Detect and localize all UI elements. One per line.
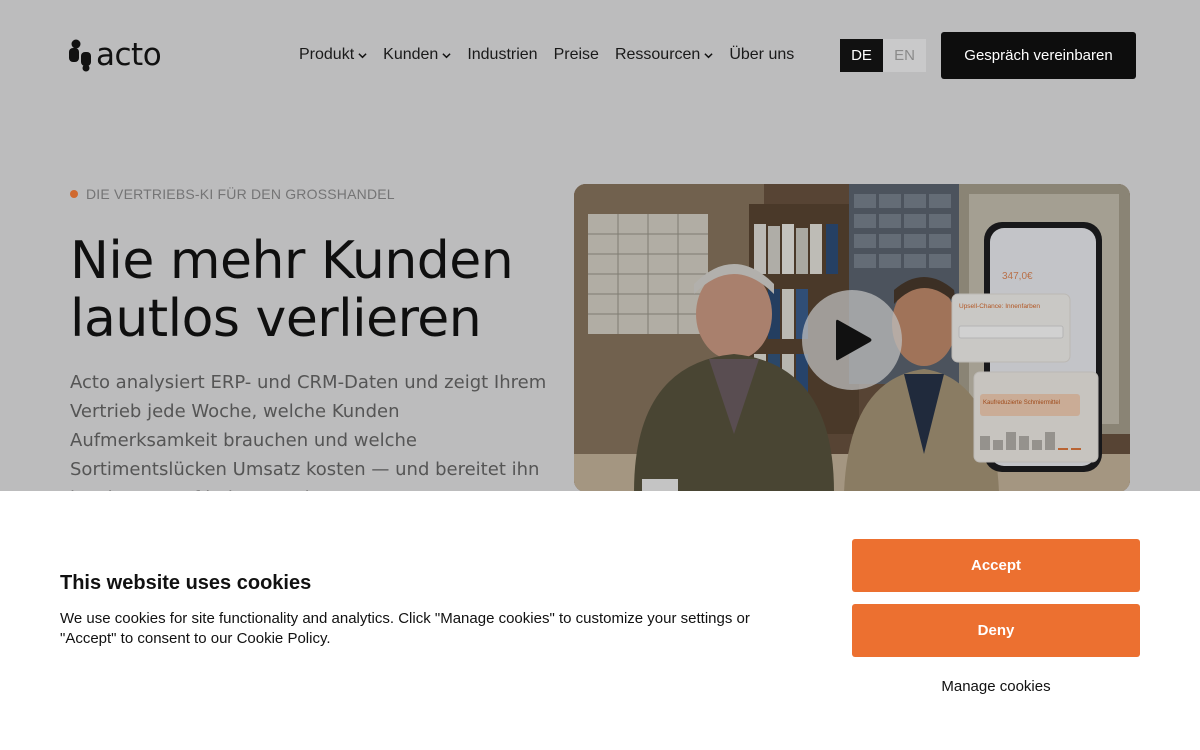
acto-logo[interactable]: acto — [68, 36, 162, 73]
headline-line-1: Nie mehr Kunden — [70, 231, 514, 291]
orange-dot-icon — [70, 190, 78, 198]
acto-logo-icon — [68, 38, 92, 72]
cookie-banner: This website uses cookies We use cookies… — [0, 491, 1200, 750]
nav-label: Kunden — [383, 46, 439, 63]
main-nav: Produkt Kunden Industrien Preise Ressour… — [299, 46, 794, 64]
language-switcher: DE EN — [840, 39, 926, 72]
chevron-down-icon — [358, 52, 367, 58]
hero-headline: Nie mehr Kunden lautlos verlieren — [70, 232, 550, 348]
nav-label: Über uns — [729, 46, 795, 63]
play-icon — [836, 319, 872, 361]
hero-video[interactable]: 347,0€ Upsell-Chance: Innenfarben Kaufre… — [574, 184, 1130, 492]
hero-eyebrow: DIE VERTRIEBS-KI FÜR DEN GROSSHANDEL — [70, 186, 395, 202]
lang-de-button[interactable]: DE — [840, 39, 883, 72]
cookie-text: We use cookies for site functionality an… — [60, 610, 750, 647]
nav-item-industrien[interactable]: Industrien — [467, 46, 537, 64]
logo-text: acto — [96, 36, 162, 73]
lang-en-button[interactable]: EN — [883, 39, 926, 72]
nav-item-kunden[interactable]: Kunden — [383, 46, 451, 64]
nav-label: Industrien — [467, 46, 538, 63]
chevron-down-icon — [704, 52, 713, 58]
accept-button[interactable]: Accept — [852, 539, 1140, 592]
headline-line-2: lautlos verlieren — [70, 289, 482, 349]
deny-button[interactable]: Deny — [852, 604, 1140, 657]
nav-item-ueber-uns[interactable]: Über uns — [729, 46, 794, 64]
chevron-down-icon — [442, 52, 451, 58]
nav-label: Preise — [553, 46, 599, 63]
eyebrow-text: DIE VERTRIEBS-KI FÜR DEN GROSSHANDEL — [86, 186, 395, 202]
play-button[interactable] — [802, 290, 902, 390]
nav-item-produkt[interactable]: Produkt — [299, 46, 367, 64]
nav-item-preise[interactable]: Preise — [554, 46, 599, 64]
nav-label: Ressourcen — [614, 46, 701, 63]
book-call-button[interactable]: Gespräch vereinbaren — [941, 32, 1136, 79]
nav-item-ressourcen[interactable]: Ressourcen — [615, 46, 713, 64]
nav-label: Produkt — [299, 46, 355, 63]
cookie-title: This website uses cookies — [60, 572, 312, 594]
manage-cookies-button[interactable]: Manage cookies — [852, 671, 1140, 701]
